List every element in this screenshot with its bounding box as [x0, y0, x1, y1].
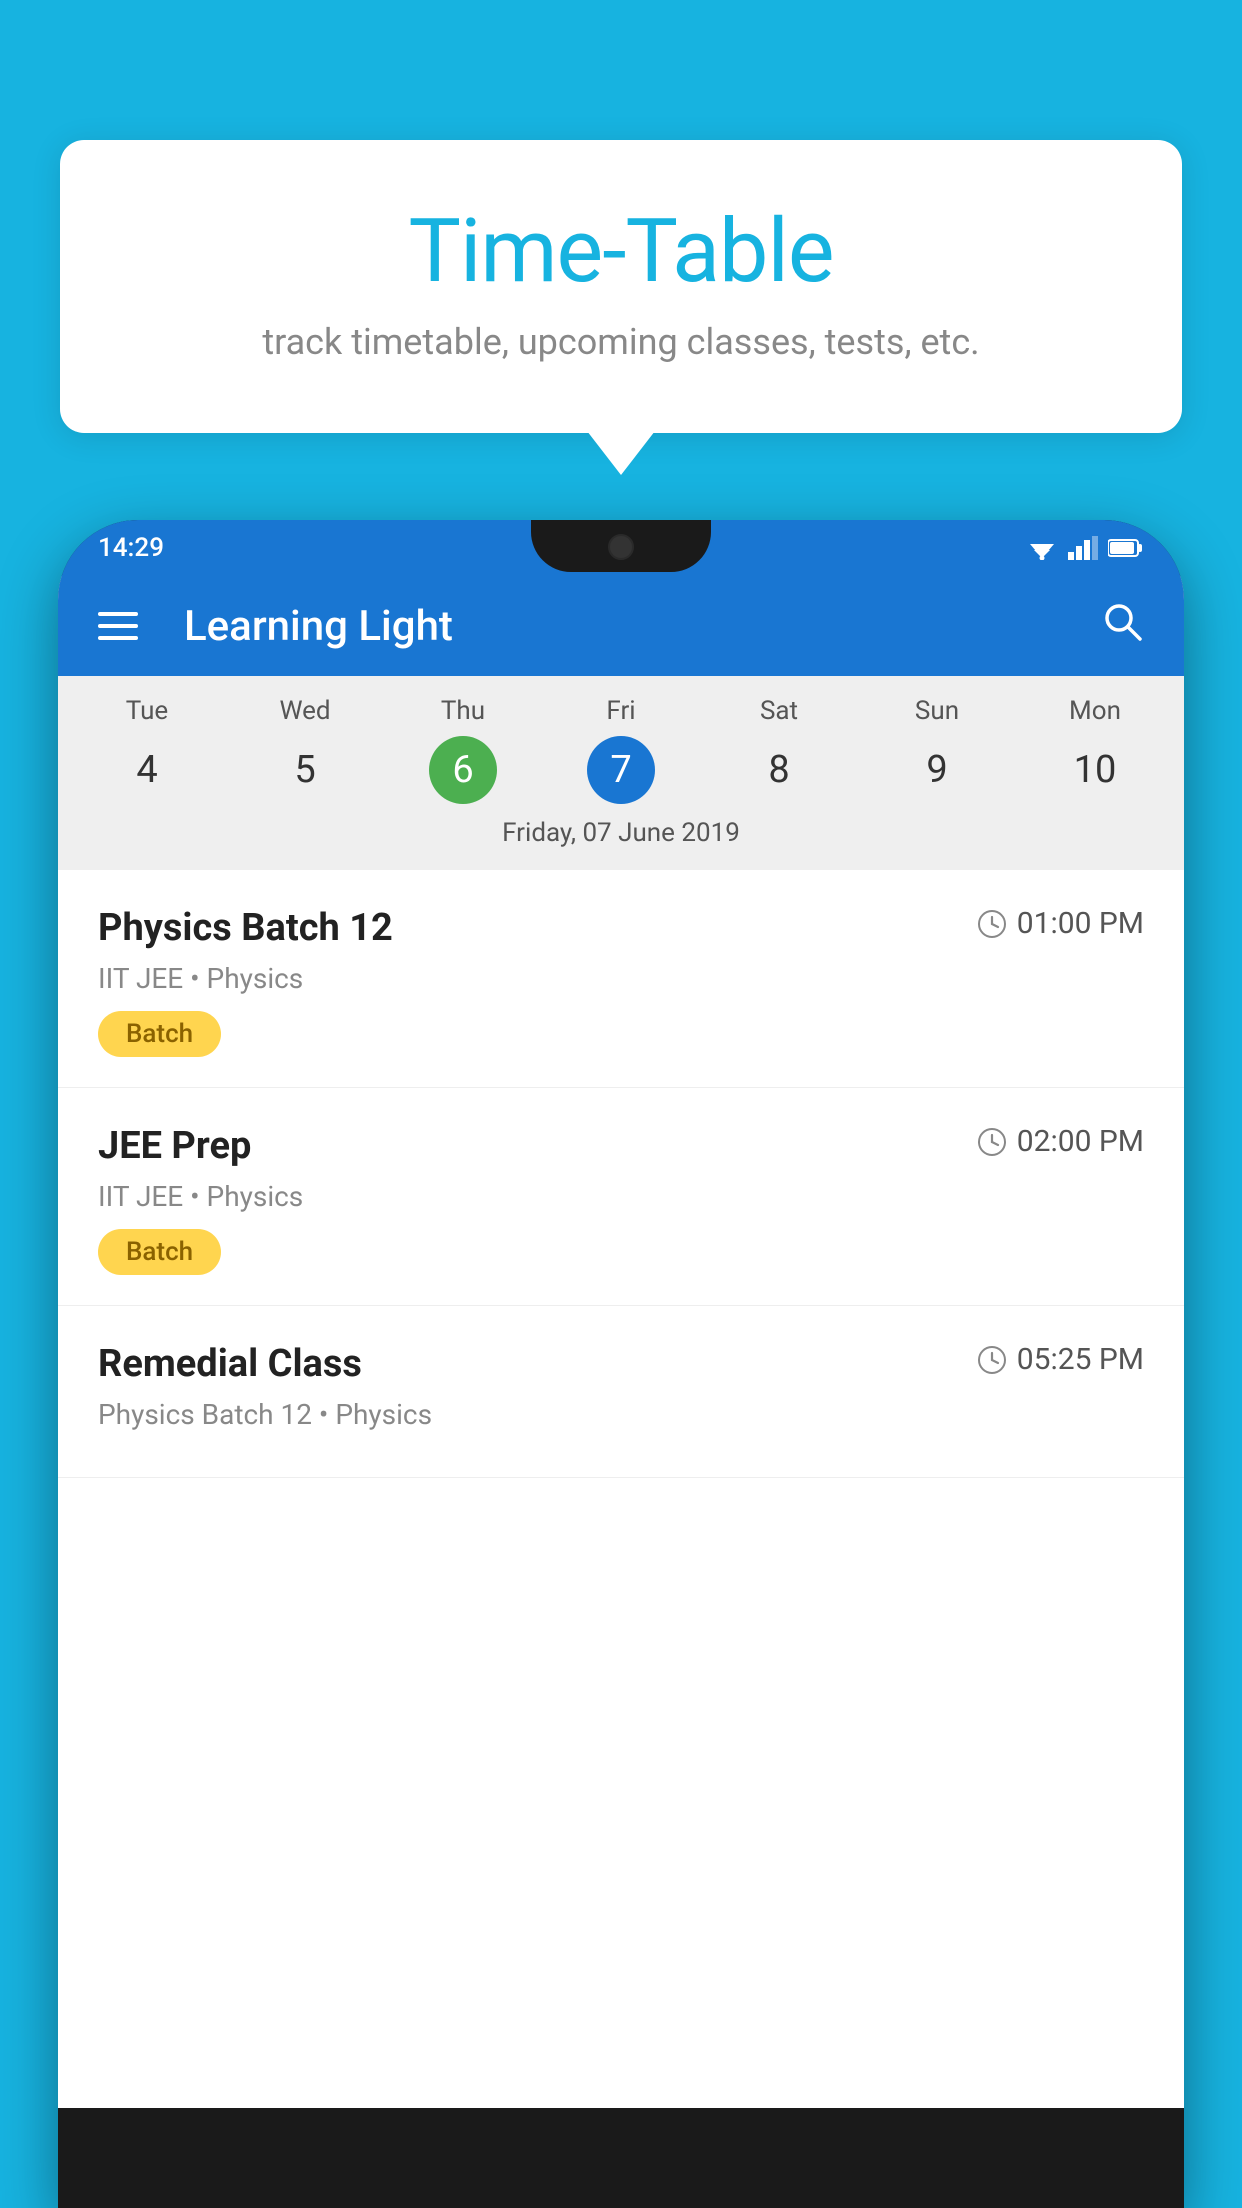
phone-camera: [608, 534, 634, 560]
day-header-mon: Mon: [1016, 696, 1174, 726]
app-title: Learning Light: [184, 602, 1070, 651]
search-icon[interactable]: [1100, 599, 1144, 653]
calendar-strip: Tue Wed Thu Fri Sat Sun Mon 4 5 6 7: [58, 676, 1184, 870]
batch-badge-1: Batch: [98, 1011, 221, 1057]
wifi-icon: [1026, 536, 1058, 560]
clock-icon-2: [977, 1127, 1007, 1157]
tooltip-title: Time-Table: [140, 200, 1102, 303]
status-icons: [1026, 536, 1144, 560]
schedule-item-1-header: Physics Batch 12 01:00 PM: [98, 906, 1144, 950]
schedule-item-2-title: JEE Prep: [98, 1124, 251, 1168]
day-header-tue: Tue: [68, 696, 226, 726]
schedule-item-3-header: Remedial Class 05:25 PM: [98, 1342, 1144, 1386]
day-9[interactable]: 9: [858, 736, 1016, 804]
schedule-item-1-sub: IIT JEE • Physics: [98, 962, 1144, 995]
app-bar: Learning Light: [58, 576, 1184, 676]
signal-icon: [1068, 536, 1098, 560]
schedule-item-2-time: 02:00 PM: [977, 1124, 1144, 1159]
schedule-item-3[interactable]: Remedial Class 05:25 PM Physics Batch 12…: [58, 1306, 1184, 1478]
day-4[interactable]: 4: [68, 736, 226, 804]
schedule-item-3-sub: Physics Batch 12 • Physics: [98, 1398, 1144, 1431]
day-8[interactable]: 8: [700, 736, 858, 804]
status-time: 14:29: [98, 533, 164, 563]
selected-date: Friday, 07 June 2019: [58, 804, 1184, 860]
schedule-item-3-time: 05:25 PM: [977, 1342, 1144, 1377]
clock-icon: [977, 909, 1007, 939]
batch-badge-2: Batch: [98, 1229, 221, 1275]
schedule-list: Physics Batch 12 01:00 PM IIT JEE • Phys…: [58, 870, 1184, 2108]
schedule-item-1[interactable]: Physics Batch 12 01:00 PM IIT JEE • Phys…: [58, 870, 1184, 1088]
day-10[interactable]: 10: [1016, 736, 1174, 804]
hamburger-menu-icon[interactable]: [98, 612, 138, 640]
day-header-thu: Thu: [384, 696, 542, 726]
phone-notch: [531, 520, 711, 572]
day-header-wed: Wed: [226, 696, 384, 726]
day-7[interactable]: 7: [542, 736, 700, 804]
schedule-item-1-time: 01:00 PM: [977, 906, 1144, 941]
battery-icon: [1108, 538, 1144, 558]
phone-content: Learning Light Tue Wed Thu Fri Sat Sun M…: [58, 576, 1184, 2108]
day-headers: Tue Wed Thu Fri Sat Sun Mon: [58, 696, 1184, 726]
day-header-fri: Fri: [542, 696, 700, 726]
schedule-item-2[interactable]: JEE Prep 02:00 PM IIT JEE • Physics Batc…: [58, 1088, 1184, 1306]
schedule-item-2-header: JEE Prep 02:00 PM: [98, 1124, 1144, 1168]
day-6[interactable]: 6: [384, 736, 542, 804]
clock-icon-3: [977, 1345, 1007, 1375]
day-numbers: 4 5 6 7 8 9 10: [58, 736, 1184, 804]
day-header-sun: Sun: [858, 696, 1016, 726]
phone-frame: 14:29: [58, 520, 1184, 2208]
tooltip-card: Time-Table track timetable, upcoming cla…: [60, 140, 1182, 433]
schedule-item-3-title: Remedial Class: [98, 1342, 362, 1386]
tooltip-subtitle: track timetable, upcoming classes, tests…: [140, 321, 1102, 363]
schedule-item-1-title: Physics Batch 12: [98, 906, 393, 950]
day-5[interactable]: 5: [226, 736, 384, 804]
schedule-item-2-sub: IIT JEE • Physics: [98, 1180, 1144, 1213]
day-header-sat: Sat: [700, 696, 858, 726]
